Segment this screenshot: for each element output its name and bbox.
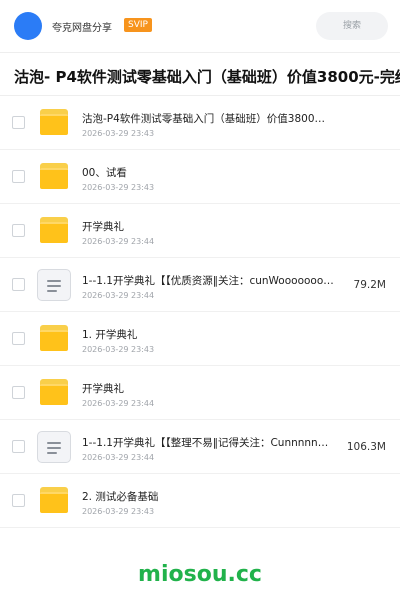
folder-icon — [40, 163, 68, 189]
row-checkbox[interactable] — [12, 278, 25, 291]
file-size: 79.2M — [353, 279, 386, 291]
file-list: 沽泡-P4软件测试零基础入门（基础班）价值3800元-完结无秘 2026-03-2… — [0, 96, 400, 528]
file-date: 2026-03-29 23:43 — [82, 507, 155, 516]
file-name[interactable]: 00、试看 — [82, 165, 334, 180]
row-checkbox[interactable] — [12, 116, 25, 129]
file-row[interactable]: 00、试看 2026-03-29 23:43 — [0, 150, 400, 204]
row-checkbox[interactable] — [12, 224, 25, 237]
file-date: 2026-03-29 23:43 — [82, 345, 155, 354]
file-date: 2026-03-29 23:43 — [82, 129, 155, 138]
folder-icon — [40, 487, 68, 513]
row-checkbox[interactable] — [12, 494, 25, 507]
file-name[interactable]: 沽泡-P4软件测试零基础入门（基础班）价值3800元-完结无秘 — [82, 111, 334, 126]
file-row[interactable]: 1--1.1开学典礼【【优质资源‖关注：cunWooooooooooo】 2026… — [0, 258, 400, 312]
search-button[interactable]: 搜索 — [316, 12, 388, 40]
file-name[interactable]: 开学典礼 — [82, 219, 334, 234]
file-row[interactable]: 开学典礼 2026-03-29 23:44 — [0, 204, 400, 258]
footer-logo: miosou.cc — [138, 562, 262, 587]
document-icon — [37, 269, 71, 301]
file-row[interactable]: 沽泡-P4软件测试零基础入门（基础班）价值3800元-完结无秘 2026-03-2… — [0, 96, 400, 150]
file-name[interactable]: 1--1.1开学典礼【【优质资源‖关注：cunWooooooooooo】 — [82, 273, 334, 288]
file-row[interactable]: 1--1.1开学典礼【【整理不易‖记得关注：Cunnnnnnnnnnnn】 202… — [0, 420, 400, 474]
file-date: 2026-03-29 23:44 — [82, 291, 155, 300]
file-row[interactable]: 2. 测试必备基础 2026-03-29 23:43 — [0, 474, 400, 528]
file-name[interactable]: 1--1.1开学典礼【【整理不易‖记得关注：Cunnnnnnnnnnnn】 — [82, 435, 334, 450]
file-size: 106.3M — [346, 441, 386, 453]
site-name: 夸克网盘分享 — [52, 23, 112, 34]
share-title: 沽泡- P4软件测试零基础入门（基础班）价值3800元-完结无秘 — [14, 68, 400, 86]
folder-icon — [40, 109, 68, 135]
title-bar: 沽泡- P4软件测试零基础入门（基础班）价值3800元-完结无秘 — [0, 52, 400, 96]
file-date: 2026-03-29 23:43 — [82, 183, 155, 192]
folder-icon — [40, 325, 68, 351]
folder-icon — [40, 379, 68, 405]
svip-badge: SVIP — [124, 18, 152, 32]
file-row[interactable]: 1. 开学典礼 2026-03-29 23:43 — [0, 312, 400, 366]
file-date: 2026-03-29 23:44 — [82, 453, 155, 462]
row-checkbox[interactable] — [12, 332, 25, 345]
file-name[interactable]: 1. 开学典礼 — [82, 327, 334, 342]
document-icon — [37, 431, 71, 463]
row-checkbox[interactable] — [12, 440, 25, 453]
file-date: 2026-03-29 23:44 — [82, 237, 155, 246]
folder-icon — [40, 217, 68, 243]
file-row[interactable]: 开学典礼 2026-03-29 23:44 — [0, 366, 400, 420]
file-name[interactable]: 2. 测试必备基础 — [82, 489, 334, 504]
row-checkbox[interactable] — [12, 386, 25, 399]
file-name[interactable]: 开学典礼 — [82, 381, 334, 396]
file-date: 2026-03-29 23:44 — [82, 399, 155, 408]
row-checkbox[interactable] — [12, 170, 25, 183]
avatar[interactable] — [14, 12, 42, 40]
header: 夸克网盘分享 SVIP 搜索 — [0, 0, 400, 52]
